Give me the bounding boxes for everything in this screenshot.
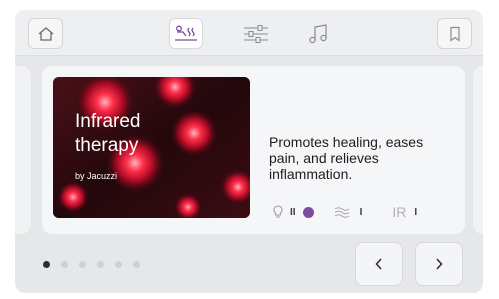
therapy-card[interactable]: Infrared therapy by Jacuzzi Promotes hea… [42, 66, 465, 234]
therapy-image: Infrared therapy by Jacuzzi [53, 77, 250, 218]
light-level: II [273, 205, 314, 219]
page-dot[interactable] [133, 261, 140, 268]
home-icon [38, 26, 53, 41]
therapy-title: Infrared therapy [75, 111, 141, 156]
bookmark-icon [449, 26, 460, 42]
page-dot[interactable] [61, 261, 68, 268]
ir-level-value: I [414, 206, 418, 218]
heat-waves-icon [334, 207, 349, 218]
tab-therapy[interactable] [169, 18, 203, 49]
tab-settings[interactable] [239, 18, 273, 49]
tab-music[interactable] [301, 18, 335, 49]
therapy-levels: II I IR I [273, 204, 443, 220]
lightbulb-icon [273, 205, 283, 218]
heat-level: I [334, 206, 363, 218]
page-dot[interactable] [115, 261, 122, 268]
settings-sliders-icon [244, 24, 268, 43]
ir-level: IR I [392, 204, 417, 220]
heat-level-value: I [359, 206, 363, 218]
next-card-peek[interactable] [473, 66, 483, 234]
therapy-icon [175, 25, 197, 41]
ir-label: IR [392, 204, 407, 220]
chevron-left-icon [375, 258, 382, 270]
light-level-value: II [290, 206, 296, 218]
next-button[interactable] [415, 242, 463, 286]
home-button[interactable] [28, 18, 63, 49]
therapy-description: Promotes healing, eases pain, and reliev… [269, 134, 424, 182]
music-icon [309, 23, 327, 43]
page-indicator [43, 261, 140, 268]
light-level-indicator [302, 206, 314, 218]
bookmark-button[interactable] [437, 18, 472, 49]
previous-card-peek[interactable] [15, 66, 31, 234]
page-dot[interactable] [43, 261, 50, 268]
page-dot[interactable] [79, 261, 86, 268]
spa-control-screen: Infrared therapy by Jacuzzi Promotes hea… [15, 10, 483, 293]
previous-button[interactable] [355, 242, 403, 286]
therapy-brand: by Jacuzzi [75, 171, 118, 181]
page-dot[interactable] [97, 261, 104, 268]
chevron-right-icon [436, 258, 443, 270]
top-bar [15, 10, 483, 56]
